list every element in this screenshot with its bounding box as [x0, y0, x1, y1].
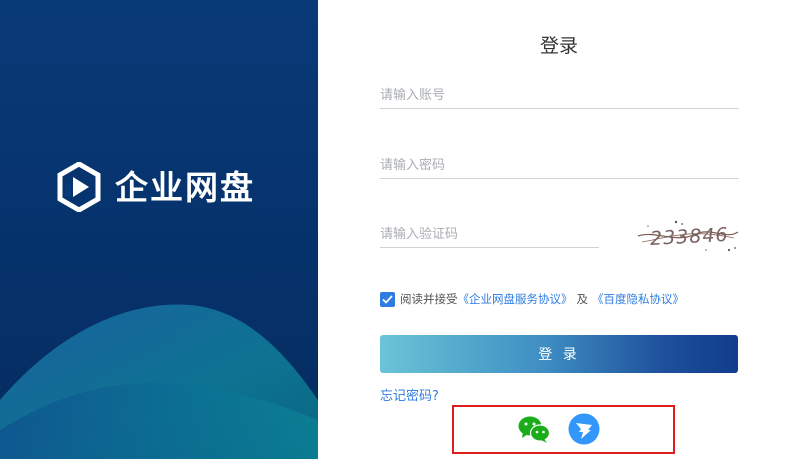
checkmark-icon [382, 294, 393, 304]
captcha-image[interactable]: 233846 [636, 216, 740, 254]
agreement-prefix: 阅读并接受 [400, 292, 458, 306]
captcha-text: 233846 [650, 224, 730, 250]
brand-name: 企业网盘 [115, 167, 255, 207]
wechat-icon[interactable] [518, 415, 550, 443]
account-field [380, 83, 739, 109]
login-title: 登录 [539, 35, 578, 57]
hexagon-play-logo-icon [57, 162, 101, 212]
account-input[interactable] [380, 83, 739, 107]
agreement-separator: 及 [576, 292, 589, 306]
forgot-password-link[interactable]: 忘记密码? [380, 385, 439, 404]
login-button[interactable]: 登 录 [380, 335, 738, 373]
agreement-checkbox[interactable] [380, 291, 395, 307]
brand-panel: 企业网盘 [0, 0, 318, 459]
brand-logo: 企业网盘 [57, 162, 255, 212]
service-agreement-link[interactable]: 《企业网盘服务协议》 [458, 291, 573, 307]
dingtalk-icon[interactable] [568, 413, 600, 445]
password-input[interactable] [380, 153, 739, 177]
agreement-row: 阅读并接受 《企业网盘服务协议》 及 《百度隐私协议》 [380, 290, 684, 308]
password-field [380, 153, 739, 179]
brand-wave-decoration [0, 304, 318, 459]
third-party-login-highlight [452, 405, 675, 454]
captcha-field [380, 222, 599, 248]
captcha-input[interactable] [380, 222, 599, 246]
privacy-agreement-link[interactable]: 《百度隐私协议》 [592, 291, 684, 307]
